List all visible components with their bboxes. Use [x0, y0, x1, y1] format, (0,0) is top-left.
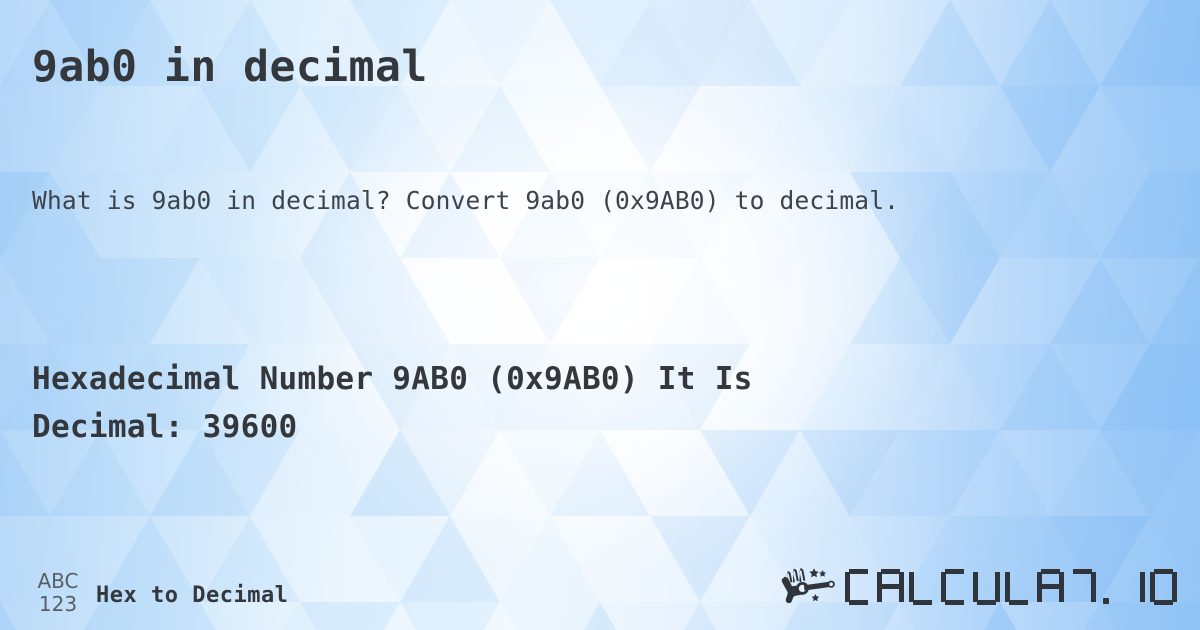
result-line-decimal: Decimal: 39600	[32, 409, 298, 445]
brand-char-segment	[1150, 572, 1155, 587]
brand-char-segment	[1073, 569, 1092, 574]
brand-char-segment	[1150, 587, 1155, 602]
result-line-hex: Hexadecimal Number 9AB0 (0x9AB0) It Is	[32, 361, 753, 397]
brand-char	[941, 569, 968, 605]
brand-char-segment	[995, 572, 1000, 587]
card-content: 9ab0 in decimal What is 9ab0 in decimal?…	[0, 0, 1200, 630]
page-subtitle: What is 9ab0 in decimal? Convert 9ab0 (0…	[32, 186, 900, 215]
brand-char-segment	[849, 600, 868, 605]
brand-char-segment	[941, 587, 946, 602]
brand-char-segment	[1103, 598, 1109, 604]
brand-char-segment	[877, 587, 882, 602]
brand-char-segment	[1140, 587, 1145, 602]
brand-char-segment	[909, 587, 914, 602]
brand-char	[1150, 569, 1177, 605]
brand-char-segment	[1041, 584, 1060, 589]
brand-char-segment	[849, 569, 868, 574]
brand-char	[1037, 569, 1064, 605]
footer: ABC 123 Hex to Decimal	[0, 538, 1200, 630]
brand-char-segment	[1037, 587, 1042, 602]
brand-char	[1101, 569, 1113, 605]
brand-char-segment	[1091, 587, 1096, 602]
brand-logo[interactable]	[777, 564, 1182, 608]
brand-char-segment	[913, 600, 932, 605]
brand-char-segment	[881, 584, 900, 589]
brand-char-segment	[881, 569, 900, 574]
conversion-result: Hexadecimal Number 9AB0 (0x9AB0) It Is D…	[32, 355, 992, 451]
brand-char	[909, 569, 936, 605]
brand-char-segment	[1154, 600, 1173, 605]
brand-char	[845, 569, 872, 605]
brand-char-segment	[1154, 569, 1173, 574]
brand-char-segment	[845, 587, 850, 602]
brand-char-segment	[899, 587, 904, 602]
brand-char-segment	[945, 600, 964, 605]
brand-char-segment	[973, 587, 978, 602]
brand-char-segment	[941, 572, 946, 587]
brand-char-segment	[1005, 587, 1010, 602]
abc-123-icon-bottom: 123	[38, 592, 78, 616]
brand-char-segment	[1041, 569, 1060, 574]
brand-char-segment	[1059, 587, 1064, 602]
brand-wordmark	[845, 567, 1182, 605]
abc-123-icon-top: ABC	[37, 569, 79, 593]
footer-tool-label: Hex to Decimal	[96, 583, 289, 608]
brand-char-segment	[945, 569, 964, 574]
og-image-card: 9ab0 in decimal What is 9ab0 in decimal?…	[0, 0, 1200, 630]
abc-123-icon: ABC 123	[32, 571, 84, 614]
brand-char	[877, 569, 904, 605]
brand-char	[973, 569, 1000, 605]
brand-char-segment	[1091, 572, 1096, 587]
page-title: 9ab0 in decimal	[32, 42, 428, 92]
brand-char-segment	[909, 572, 914, 587]
brand-char-segment	[1005, 572, 1010, 587]
brand-char-segment	[1140, 572, 1145, 587]
magic-wand-hand-icon	[781, 568, 835, 604]
brand-char-segment	[1172, 572, 1177, 587]
brand-char-segment	[973, 572, 978, 587]
footer-tool[interactable]: ABC 123 Hex to Decimal	[32, 571, 288, 614]
brand-char-segment	[977, 600, 996, 605]
brand-char-segment	[1009, 600, 1028, 605]
brand-char-segment	[845, 572, 850, 587]
brand-char	[1118, 569, 1145, 605]
brand-char	[1005, 569, 1032, 605]
brand-char	[1069, 569, 1096, 605]
